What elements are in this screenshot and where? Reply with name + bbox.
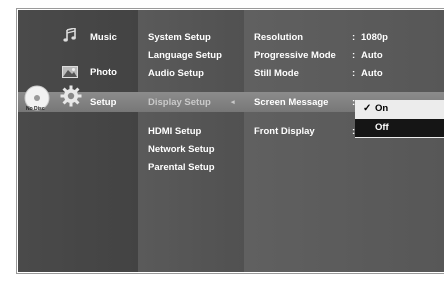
- checkmark-icon: ✓: [363, 103, 372, 114]
- disc-status-label: No Disc: [26, 106, 45, 112]
- screen-message-dropdown[interactable]: ✓ On Off: [355, 100, 444, 138]
- setting-label: Resolution: [254, 32, 304, 43]
- setup-menu-item-system[interactable]: System Setup: [148, 32, 211, 44]
- dropdown-option-label: Off: [375, 122, 389, 133]
- main-menu-label-setup: Setup: [90, 97, 117, 108]
- setup-menu-item-network[interactable]: Network Setup: [148, 144, 215, 156]
- gear-icon: [60, 85, 82, 107]
- setting-value: Auto: [361, 68, 383, 79]
- setting-label: Front Display: [254, 126, 315, 137]
- dropdown-option-on[interactable]: ✓ On: [355, 100, 444, 118]
- setting-value: 1080p: [361, 32, 388, 43]
- setting-separator: :: [352, 50, 356, 61]
- setting-separator: :: [352, 68, 356, 79]
- setup-menu-item-parental[interactable]: Parental Setup: [148, 162, 215, 174]
- setup-menu-item-language[interactable]: Language Setup: [148, 50, 222, 62]
- setting-value: Auto: [361, 50, 383, 61]
- submenu-arrow-icon: ◂: [231, 99, 235, 106]
- setup-menu-item-audio[interactable]: Audio Setup: [148, 68, 204, 80]
- setup-screen: Music Photo Setup No Disc System Setup L…: [18, 10, 444, 272]
- setup-menu-item-hdmi[interactable]: HDMI Setup: [148, 126, 201, 138]
- setup-menu-item-display[interactable]: Display Setup: [148, 97, 211, 109]
- setting-label: Screen Message: [254, 97, 329, 108]
- setting-separator: :: [352, 32, 356, 43]
- dropdown-option-off[interactable]: Off: [355, 119, 444, 137]
- main-menu-label-photo: Photo: [90, 67, 117, 78]
- main-menu-label-music: Music: [90, 32, 117, 43]
- setting-label: Still Mode: [254, 68, 299, 79]
- main-menu-panel: [18, 10, 138, 272]
- setting-label: Progressive Mode: [254, 50, 336, 61]
- photo-icon: [62, 66, 78, 78]
- dropdown-option-label: On: [375, 103, 389, 114]
- music-icon: [63, 28, 76, 42]
